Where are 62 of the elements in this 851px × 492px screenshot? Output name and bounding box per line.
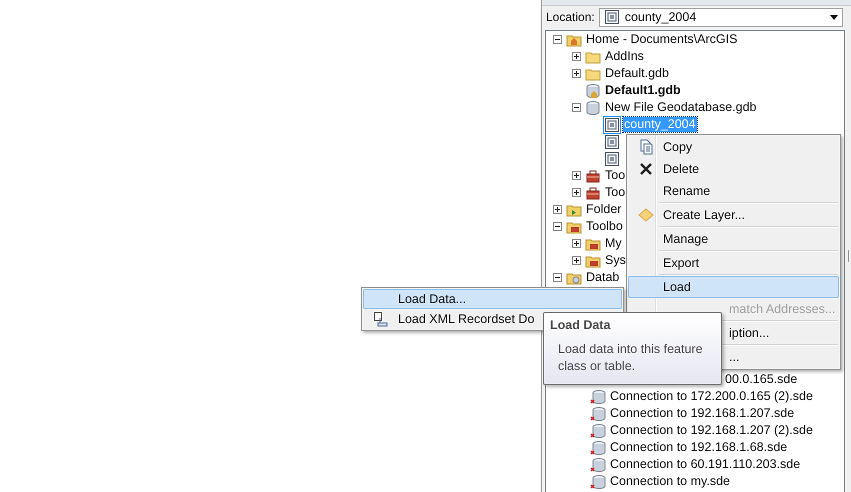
- tree-item[interactable]: Default.gdb: [604, 66, 670, 81]
- document-icon: [373, 311, 389, 327]
- expand-icon[interactable]: [572, 256, 581, 265]
- grid-icon: [604, 134, 620, 150]
- expand-icon[interactable]: [572, 171, 581, 180]
- database-icon: [590, 422, 606, 438]
- tree-item[interactable]: Home - Documents\ArcGIS: [585, 32, 738, 47]
- menu-item[interactable]: Rename: [628, 180, 839, 202]
- tree-item[interactable]: Connection to 172.200.0.165 (2).sde: [609, 389, 814, 404]
- tree-item[interactable]: 00.0.165.sde: [724, 372, 798, 387]
- database-icon: [590, 474, 606, 490]
- toolbox-icon: [585, 184, 601, 200]
- collapse-icon[interactable]: [553, 222, 562, 231]
- collapse-icon[interactable]: [553, 273, 562, 282]
- copy-icon: [638, 139, 654, 155]
- tree-item[interactable]: Default1.gdb: [604, 83, 682, 98]
- tree-item[interactable]: Datab: [585, 270, 620, 285]
- expand-icon[interactable]: [572, 188, 581, 197]
- tooltip-title: Load Data: [550, 318, 612, 332]
- tree-item[interactable]: New File Geodatabase.gdb: [604, 100, 758, 115]
- expand-icon[interactable]: [572, 69, 581, 78]
- dropdown-arrow-icon[interactable]: [830, 14, 838, 20]
- database-icon: [585, 82, 601, 98]
- tooltip-text: Load data into this feature class or table.: [557, 341, 704, 375]
- grid-icon: [604, 116, 620, 132]
- expand-icon[interactable]: [572, 52, 581, 61]
- tree-item[interactable]: Connection to 192.168.1.207 (2).sde: [609, 423, 814, 438]
- grid-icon: [604, 150, 620, 166]
- expand-icon[interactable]: [572, 239, 581, 248]
- tree-item[interactable]: My: [604, 236, 623, 251]
- tree-item[interactable]: Folder: [585, 202, 622, 217]
- tree-item[interactable]: Connection to 60.191.110.203.sde: [609, 457, 802, 472]
- database-icon: [585, 100, 601, 116]
- tree-item[interactable]: Connection to my.sde: [609, 474, 731, 489]
- tree-item[interactable]: Too: [604, 168, 626, 183]
- location-dropdown[interactable]: county_2004: [598, 8, 843, 26]
- tree-item[interactable]: Connection to 192.168.1.68.sde: [609, 440, 788, 455]
- tree-item[interactable]: Sys: [604, 253, 627, 268]
- tree-item[interactable]: AddIns: [604, 49, 645, 64]
- database-icon: [590, 440, 606, 456]
- menu-item[interactable]: Export: [628, 252, 839, 274]
- menu-item[interactable]: Load: [628, 276, 839, 298]
- menu-item[interactable]: Create Layer...: [628, 204, 839, 226]
- database-icon: [590, 388, 606, 404]
- expand-icon[interactable]: [553, 205, 562, 214]
- tree-item[interactable]: Connection to 192.168.1.207.sde: [609, 406, 796, 421]
- menu-item[interactable]: Load Data...: [363, 289, 622, 309]
- toolbox-icon: [585, 168, 601, 184]
- location-label: Location:: [546, 10, 595, 24]
- tree-item[interactable]: Toolbo: [585, 219, 624, 234]
- collapse-icon[interactable]: [572, 103, 581, 112]
- diamond-icon: [638, 207, 654, 223]
- menu-item[interactable]: Delete: [628, 158, 839, 180]
- tree-item[interactable]: Too: [604, 185, 626, 200]
- grid-icon: [604, 9, 620, 25]
- scrollbar[interactable]: [848, 250, 851, 262]
- menu-item[interactable]: Copy: [628, 136, 839, 158]
- database-icon: [590, 456, 606, 472]
- close-icon: [638, 161, 654, 177]
- collapse-icon[interactable]: [553, 35, 562, 44]
- database-icon: [590, 406, 606, 422]
- menu-item[interactable]: Manage: [628, 228, 839, 250]
